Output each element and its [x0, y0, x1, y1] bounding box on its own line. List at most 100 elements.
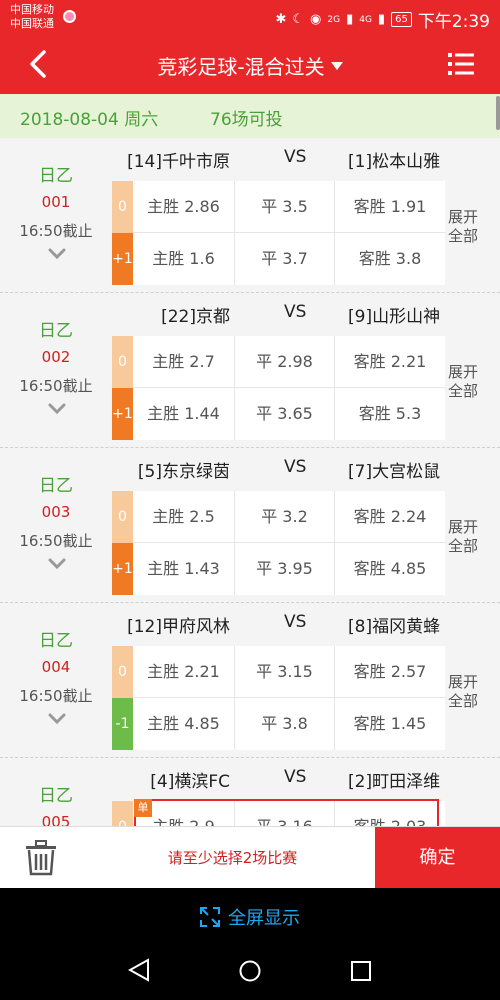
- single-bet-badge: 单: [134, 799, 152, 817]
- fullscreen-button[interactable]: 全屏显示: [0, 904, 500, 930]
- bluetooth-icon: ✱: [275, 12, 287, 27]
- date-bar: 2018-08-04 周六 76场可投: [0, 94, 500, 138]
- handicap-badge: -1: [112, 698, 133, 750]
- league-name: 日乙: [39, 476, 73, 496]
- match-deadline: 16:50截止: [19, 377, 93, 395]
- odds-away-win[interactable]: 客胜 2.21: [335, 336, 445, 388]
- handicap-badge: 0: [112, 646, 133, 698]
- odds-away-win[interactable]: 客胜 3.8: [335, 233, 445, 285]
- odds-away-win[interactable]: 客胜 5.3: [335, 388, 445, 440]
- match-deadline: 16:50截止: [19, 222, 93, 240]
- signal-icon-2: ▮: [377, 12, 386, 27]
- match-info[interactable]: 日乙 003 16:50截止: [0, 448, 112, 603]
- odds-row-handicap: +1 主胜 1.43 平 3.95 客胜 4.85: [112, 543, 445, 595]
- home-team: [22]京都: [161, 307, 230, 327]
- handicap-badge: 0: [112, 336, 133, 388]
- odds-home-win[interactable]: 主胜 1.44: [133, 388, 235, 440]
- league-name: 日乙: [39, 166, 73, 186]
- network-type-1: 2G: [327, 14, 341, 25]
- match-number: 001: [41, 193, 71, 211]
- odds-draw[interactable]: 平 3.8: [235, 698, 335, 750]
- list-menu-icon[interactable]: [448, 52, 474, 76]
- match-info[interactable]: 日乙 004 16:50截止: [0, 603, 112, 758]
- nav-home-icon[interactable]: [239, 960, 261, 982]
- handicap-badge: 0: [112, 491, 133, 543]
- odds-home-win[interactable]: 主胜 1.43: [133, 543, 235, 595]
- handicap-badge: 0: [112, 181, 133, 233]
- odds-draw[interactable]: 平 3.65: [235, 388, 335, 440]
- match-info[interactable]: 日乙 002 16:50截止: [0, 293, 112, 448]
- odds-grid: 0 主胜 2.21 平 3.15 客胜 2.57 -1 主胜 4.85 平 3.…: [112, 646, 445, 750]
- expand-all-button[interactable]: 展开全部: [445, 518, 481, 556]
- odds-home-win[interactable]: 主胜 2.86: [133, 181, 235, 233]
- odds-home-win[interactable]: 主胜 2.5: [133, 491, 235, 543]
- page-title-dropdown[interactable]: 竞彩足球-混合过关: [0, 51, 500, 80]
- odds-home-win[interactable]: 主胜 4.85: [133, 698, 235, 750]
- odds-draw[interactable]: 平 3.2: [235, 491, 335, 543]
- chevron-down-icon[interactable]: [48, 403, 66, 415]
- vs-label: VS: [284, 612, 307, 632]
- fullscreen-icon: [200, 907, 220, 927]
- match-card: 日乙 002 16:50截止 [22]京都 VS [9]山形山神 0 主胜 2.…: [0, 293, 500, 448]
- match-teams: [4]横滨FC VS [2]町田泽维: [112, 767, 442, 792]
- odds-row-normal: 0 主胜 2.7 平 2.98 客胜 2.21: [112, 336, 445, 388]
- league-name: 日乙: [39, 321, 73, 341]
- odds-away-win[interactable]: 客胜 4.85: [335, 543, 445, 595]
- chevron-down-icon[interactable]: [48, 558, 66, 570]
- network-type-2: 4G: [359, 14, 372, 25]
- battery-icon: 65: [391, 12, 412, 27]
- match-card: 日乙 003 16:50截止 [5]东京绿茵 VS [7]大宫松鼠 0 主胜 2…: [0, 448, 500, 603]
- chevron-down-icon[interactable]: [48, 248, 66, 260]
- home-team: [4]横滨FC: [150, 772, 230, 792]
- home-team: [14]千叶市原: [127, 152, 230, 172]
- handicap-badge: +1: [112, 543, 133, 595]
- chevron-down-icon[interactable]: [48, 713, 66, 725]
- handicap-badge: +1: [112, 233, 133, 285]
- nav-recent-apps-icon[interactable]: [351, 961, 371, 981]
- trash-icon[interactable]: [24, 840, 58, 876]
- odds-away-win[interactable]: 客胜 1.45: [335, 698, 445, 750]
- odds-row-normal: 0 主胜 2.5 平 3.2 客胜 2.24: [112, 491, 445, 543]
- odds-draw[interactable]: 平 2.98: [235, 336, 335, 388]
- odds-home-win[interactable]: 主胜 1.6: [133, 233, 235, 285]
- nav-back-icon[interactable]: [128, 958, 150, 982]
- odds-draw[interactable]: 平 3.7: [235, 233, 335, 285]
- carrier-info: 中国移动 中国联通: [10, 3, 54, 31]
- odds-draw[interactable]: 平 3.95: [235, 543, 335, 595]
- expand-all-button[interactable]: 展开全部: [445, 673, 481, 711]
- page-title: 竞彩足球-混合过关: [157, 55, 325, 79]
- odds-grid: 0 主胜 2.7 平 2.98 客胜 2.21 +1 主胜 1.44 平 3.6…: [112, 336, 445, 440]
- match-number: 002: [41, 348, 71, 366]
- odds-grid: 0 主胜 2.5 平 3.2 客胜 2.24 +1 主胜 1.43 平 3.95…: [112, 491, 445, 595]
- odds-away-win[interactable]: 客胜 2.24: [335, 491, 445, 543]
- navigation-area: 全屏显示: [0, 888, 500, 1000]
- odds-away-win[interactable]: 客胜 2.57: [335, 646, 445, 698]
- match-number: 004: [41, 658, 71, 676]
- odds-home-win[interactable]: 主胜 2.21: [133, 646, 235, 698]
- odds-draw[interactable]: 平 3.5: [235, 181, 335, 233]
- match-date: 2018-08-04 周六: [20, 110, 159, 130]
- title-bar: 竞彩足球-混合过关: [0, 34, 500, 94]
- odds-away-win[interactable]: 客胜 1.91: [335, 181, 445, 233]
- odds-row-normal: 0 主胜 2.86 平 3.5 客胜 1.91: [112, 181, 445, 233]
- home-team: [12]甲府风林: [127, 617, 230, 637]
- handicap-badge: +1: [112, 388, 133, 440]
- match-info[interactable]: 日乙 001 16:50截止: [0, 138, 112, 293]
- expand-all-button[interactable]: 展开全部: [445, 208, 481, 246]
- odds-home-win[interactable]: 主胜 2.7: [133, 336, 235, 388]
- signal-icon: ▮: [346, 12, 354, 27]
- bottom-action-bar: 请至少选择2场比赛 确定: [0, 826, 500, 889]
- eye-icon: ◉: [310, 12, 322, 27]
- expand-all-button[interactable]: 展开全部: [445, 363, 481, 401]
- status-bar: 中国移动 中国联通 ✱ ☾ ◉ 2G ▮ 4G ▮ 65 下午2:39: [0, 0, 500, 34]
- odds-draw[interactable]: 平 3.15: [235, 646, 335, 698]
- odds-row-handicap: +1 主胜 1.6 平 3.7 客胜 3.8: [112, 233, 445, 285]
- home-team: [5]东京绿茵: [137, 462, 230, 482]
- match-deadline: 16:50截止: [19, 532, 93, 550]
- scrollbar[interactable]: [496, 96, 500, 130]
- match-deadline: 16:50截止: [19, 687, 93, 705]
- vs-label: VS: [284, 457, 307, 477]
- vs-label: VS: [284, 147, 307, 167]
- match-teams: [22]京都 VS [9]山形山神: [112, 302, 442, 327]
- confirm-button[interactable]: 确定: [375, 827, 500, 889]
